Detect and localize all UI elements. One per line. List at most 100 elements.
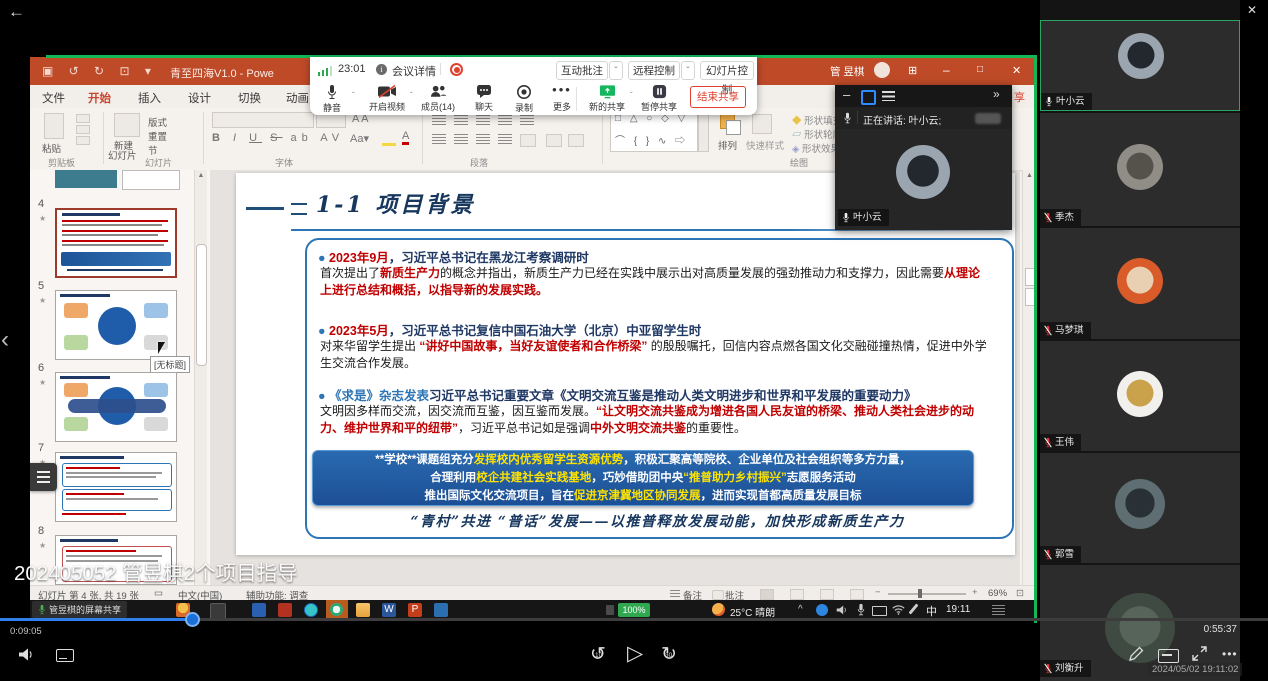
layout-button[interactable]: 版式 [148, 115, 167, 129]
panel-video-area[interactable]: 叶小云 [835, 129, 1012, 230]
font-color-icon[interactable]: A [402, 130, 409, 145]
font-name-input[interactable] [212, 112, 314, 128]
quick-styles-button[interactable]: 快速样式 [746, 138, 784, 152]
normal-view-icon[interactable] [760, 589, 774, 600]
align-text-icon[interactable] [568, 134, 584, 147]
fit-to-window-icon[interactable]: ⊡ [1016, 588, 1024, 599]
quick-access-toolbar[interactable]: ▣ ↺ ↻ ⊡ ▾ [42, 64, 157, 78]
annotation-toolbar-handle[interactable] [30, 463, 57, 491]
ocr-frame-button[interactable] [1158, 649, 1179, 663]
video-editor-app-icon[interactable] [210, 603, 226, 619]
more-options-button[interactable]: ••• [1222, 647, 1238, 661]
shapes-scroll-buttons[interactable] [698, 112, 709, 152]
tab-insert[interactable]: 插入 [132, 88, 167, 108]
forward-30-button[interactable]: ↻30 [661, 643, 677, 666]
thumbnail-slide7[interactable] [55, 452, 177, 522]
taskbar-app-icon[interactable] [278, 603, 292, 617]
notification-center-icon[interactable] [992, 605, 1005, 615]
account-name[interactable]: 管 昱棋 [830, 64, 864, 79]
reading-view-icon[interactable] [820, 589, 834, 600]
align-center-icon[interactable] [454, 134, 468, 145]
tab-home[interactable]: 开始 [82, 88, 117, 110]
panel-expand-icon[interactable]: » [993, 87, 1000, 101]
progress-handle[interactable] [185, 612, 200, 627]
ppt-close-button[interactable]: ✕ [1012, 64, 1021, 77]
thumbnail-slide3-partial-2[interactable] [122, 170, 180, 190]
line-spacing-icon[interactable] [520, 115, 534, 126]
cut-icon[interactable] [76, 114, 90, 123]
rewind-10-button[interactable]: ↺10 [590, 643, 606, 666]
copy-icon[interactable] [76, 125, 90, 134]
align-right-icon[interactable] [476, 134, 490, 145]
annotation-dropdown[interactable]: ˇ [609, 61, 623, 80]
pause-share-button[interactable]: 暂停共享 [636, 84, 682, 113]
highlight-color-icon[interactable] [382, 132, 396, 146]
zoom-slider-track[interactable] [888, 593, 966, 595]
new-slide-button-2[interactable]: 幻灯片 [108, 148, 137, 162]
new-slide-icon[interactable] [114, 113, 140, 137]
align-left-icon[interactable] [432, 134, 446, 145]
volume-tray-icon[interactable] [836, 604, 849, 616]
font-style-buttons[interactable]: B I U S ab AV [212, 132, 344, 144]
screen-share-toast[interactable]: 管昱棋的屏幕共享 [32, 601, 127, 618]
thumbnail-slide3-partial[interactable] [55, 170, 117, 188]
word-app-icon[interactable]: W [382, 603, 396, 617]
subtitle-button[interactable] [56, 649, 74, 662]
slide-sorter-view-icon[interactable] [790, 589, 804, 600]
progress-track[interactable] [0, 618, 1268, 621]
quick-styles-icon[interactable] [752, 114, 772, 134]
weather-icon[interactable] [712, 603, 725, 616]
more-button[interactable]: ••• 更多 [540, 84, 584, 113]
text-direction-icon[interactable] [546, 134, 562, 147]
panel-list-icon[interactable] [882, 91, 895, 101]
participant-tile[interactable]: 季杰 [1040, 113, 1240, 226]
mic-tray-icon[interactable] [856, 603, 866, 616]
zoom-level[interactable]: 69% [988, 588, 1007, 599]
columns-icon[interactable] [520, 134, 536, 147]
end-share-button[interactable]: 结束共享 [690, 86, 746, 108]
camera-button[interactable]: 开启视频 [362, 84, 412, 113]
remote-control-dropdown[interactable]: ˇ [681, 61, 695, 80]
edit-pencil-button[interactable] [1128, 646, 1144, 662]
tab-design[interactable]: 设计 [182, 88, 217, 108]
weather-status[interactable]: 25°C 晴朗 [730, 604, 775, 619]
paste-icon[interactable] [44, 113, 64, 139]
ribbon-display-icon[interactable]: ⊞ [908, 64, 917, 77]
meeting-detail-link[interactable]: 会议详情 [392, 63, 436, 79]
participant-tile[interactable]: 马梦琪 [1040, 228, 1240, 339]
ppt-restore-button[interactable]: □ [977, 64, 983, 75]
reset-button[interactable]: 重置 [148, 129, 167, 143]
device-tray-icon[interactable] [872, 606, 887, 616]
panel-layout-icon[interactable] [861, 90, 876, 105]
change-case-button[interactable]: Aa▾ [350, 132, 369, 145]
participant-tile[interactable]: 郭雪 [1040, 453, 1240, 563]
file-explorer-icon[interactable] [356, 603, 370, 617]
ime-indicator[interactable]: 中 [926, 603, 937, 619]
remote-control-button[interactable]: 远程控制 [628, 61, 680, 80]
volume-button[interactable] [18, 647, 36, 662]
indent-increase-icon[interactable] [498, 115, 512, 126]
account-avatar[interactable] [874, 62, 890, 78]
paste-button[interactable]: 粘贴 [42, 141, 61, 155]
indent-decrease-icon[interactable] [476, 115, 490, 126]
thumbnail-scrollbar[interactable]: ▲ [194, 170, 207, 585]
meeting-app-icon-active[interactable] [326, 600, 348, 620]
window-close-button[interactable]: ✕ [1247, 3, 1257, 17]
powerpoint-app-icon[interactable]: P [408, 603, 422, 617]
slide-scrollbar[interactable]: ▲ [1022, 170, 1036, 585]
participant-tile-speaking[interactable]: 叶小云 [1040, 20, 1240, 111]
tab-file[interactable]: 文件 [36, 88, 71, 108]
tray-app-icon[interactable] [816, 604, 828, 616]
mute-button[interactable]: 静音 [310, 84, 354, 114]
thumbnail-slide4-selected[interactable] [55, 208, 177, 278]
slide-control-button[interactable]: 幻灯片控制 [700, 61, 754, 80]
annotation-button[interactable]: 互动批注 [556, 61, 608, 80]
camera-dropdown[interactable]: ˇ [410, 91, 413, 100]
zoom-slider-handle[interactable] [918, 589, 922, 598]
slide-canvas[interactable]: 1-1 项目背景 ● 2023年9月，习近平总书记在黑龙江考察调研时 首次提出了… [236, 173, 1015, 555]
tab-transitions[interactable]: 切换 [232, 88, 267, 108]
player-prev-chevron[interactable]: ‹ [1, 326, 9, 354]
pen-tray-icon[interactable] [908, 603, 918, 614]
shapes-gallery-row2[interactable]: ⌒ { } ∿ ⇨ [615, 132, 688, 147]
numbering-icon[interactable] [454, 115, 468, 126]
